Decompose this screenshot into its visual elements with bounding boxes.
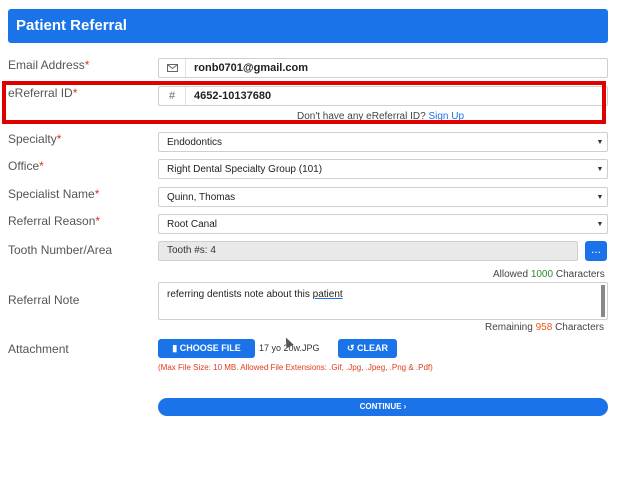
page-title: Patient Referral bbox=[16, 17, 127, 34]
chevron-down-icon: ▼ bbox=[596, 193, 604, 201]
email-value: ronb0701@gmail.com bbox=[194, 62, 309, 74]
allowed-counter: Allowed 1000 Characters bbox=[493, 269, 605, 280]
envelope-icon bbox=[159, 59, 186, 77]
continue-button[interactable]: CONTINUE › bbox=[158, 398, 608, 416]
email-label: Email Address* bbox=[8, 58, 90, 72]
highlight-box bbox=[2, 81, 606, 124]
clear-button[interactable]: ↺ CLEAR bbox=[338, 339, 397, 358]
referral-note-textarea[interactable]: referring dentists note about this patie… bbox=[158, 282, 608, 320]
note-label: Referral Note bbox=[8, 293, 80, 307]
tooth-label: Tooth Number/Area bbox=[8, 243, 113, 257]
file-icon: ▮ bbox=[172, 343, 178, 353]
office-label: Office* bbox=[8, 159, 44, 173]
specialty-label: Specialty* bbox=[8, 132, 62, 146]
remaining-counter: Remaining 958 Characters bbox=[485, 322, 604, 333]
tooth-picker-button[interactable]: ... bbox=[585, 241, 607, 261]
undo-icon: ↺ bbox=[346, 343, 355, 353]
attachment-label: Attachment bbox=[8, 342, 69, 356]
choose-file-button[interactable]: ▮ CHOOSE FILE bbox=[158, 339, 255, 358]
page-header: Patient Referral bbox=[8, 9, 608, 43]
chevron-down-icon: ▼ bbox=[596, 220, 604, 228]
specialist-label: Specialist Name* bbox=[8, 187, 100, 201]
reason-label: Referral Reason* bbox=[8, 214, 101, 228]
chevron-down-icon: ▼ bbox=[596, 165, 604, 173]
email-field[interactable]: ronb0701@gmail.com bbox=[158, 58, 608, 78]
reason-select[interactable]: Root Canal ▼ bbox=[158, 214, 608, 234]
office-select[interactable]: Right Dental Specialty Group (101) ▼ bbox=[158, 159, 608, 179]
chevron-down-icon: ▼ bbox=[596, 138, 604, 146]
scrollbar[interactable] bbox=[601, 285, 605, 317]
file-constraints-note: (Max File Size: 10 MB. Allowed File Exte… bbox=[158, 363, 433, 372]
specialist-select[interactable]: Quinn, Thomas ▼ bbox=[158, 187, 608, 207]
specialty-select[interactable]: Endodontics ▼ bbox=[158, 132, 608, 152]
tooth-field[interactable]: Tooth #s: 4 bbox=[158, 241, 578, 261]
